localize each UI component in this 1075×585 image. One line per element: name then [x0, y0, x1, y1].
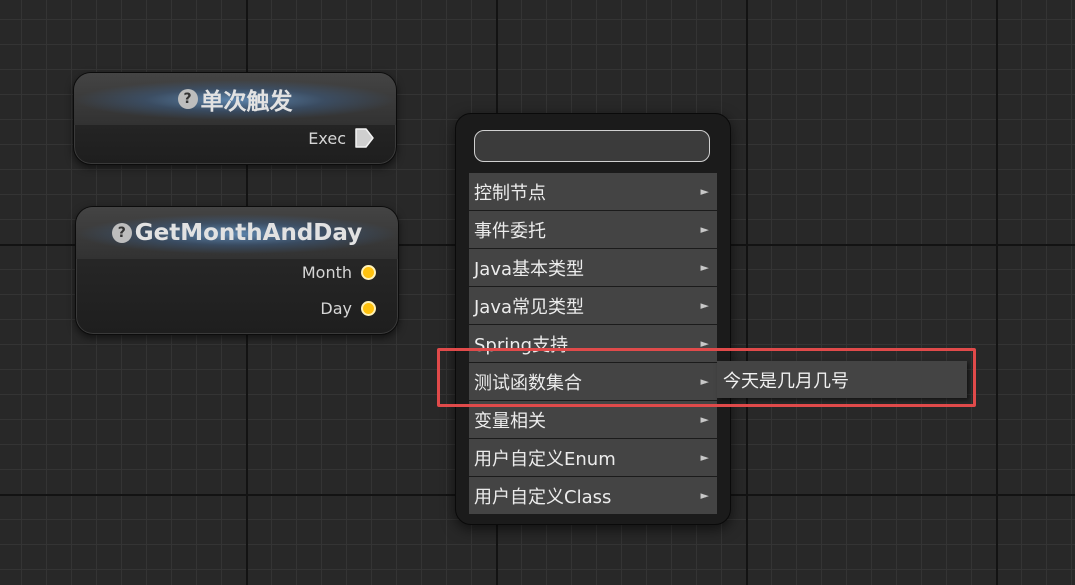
submenu-arrow-icon: ► [700, 299, 709, 312]
exec-pin-icon[interactable] [355, 128, 374, 148]
month-output-label: Month [301, 263, 352, 282]
exec-output-label: Exec [308, 128, 346, 148]
month-data-pin-icon[interactable] [361, 265, 376, 280]
month-output-row: Month [302, 263, 376, 282]
day-data-pin-icon[interactable] [361, 301, 376, 316]
menu-item-label: 用户自定义Class [474, 486, 612, 508]
trigger-node-header[interactable]: ? 单次触发 [74, 73, 396, 125]
menu-item-label: 事件委托 [474, 220, 546, 242]
node-context-menu: 控制节点 ► 事件委托 ► Java基本类型 ► Java常见类型 ► Spri… [455, 113, 731, 525]
submenu-arrow-icon: ► [700, 261, 709, 274]
menu-item-list: 控制节点 ► 事件委托 ► Java基本类型 ► Java常见类型 ► Spri… [469, 173, 717, 515]
trigger-node[interactable]: ? 单次触发 Exec [73, 72, 397, 165]
menu-item-java-common-types[interactable]: Java常见类型 ► [469, 287, 717, 324]
day-output-label: Day [320, 299, 352, 318]
submenu-arrow-icon: ► [700, 451, 709, 464]
menu-item-label: 控制节点 [474, 182, 546, 204]
submenu-arrow-icon: ► [700, 413, 709, 426]
menu-item-label: 变量相关 [474, 410, 546, 432]
menu-search-input[interactable] [474, 130, 710, 162]
submenu-arrow-icon: ► [700, 489, 709, 502]
menu-item-label: Java基本类型 [474, 258, 585, 280]
exec-output-row: Exec [308, 128, 374, 148]
get-month-and-day-header[interactable]: ? GetMonthAndDay [76, 207, 398, 259]
get-month-and-day-node[interactable]: ? GetMonthAndDay Month Day [75, 206, 399, 335]
menu-item-java-basic-types[interactable]: Java基本类型 ► [469, 249, 717, 286]
help-icon[interactable]: ? [177, 89, 198, 109]
menu-item-label: Java常见类型 [474, 296, 585, 318]
day-output-row: Day [320, 299, 376, 318]
help-icon[interactable]: ? [111, 223, 132, 243]
menu-item-label: 用户自定义Enum [474, 448, 616, 470]
menu-item-event-delegate[interactable]: 事件委托 ► [469, 211, 717, 248]
menu-item-user-class[interactable]: 用户自定义Class ► [469, 477, 717, 514]
submenu-arrow-icon: ► [700, 185, 709, 198]
menu-item-user-enum[interactable]: 用户自定义Enum ► [469, 439, 717, 476]
menu-item-control-nodes[interactable]: 控制节点 ► [469, 173, 717, 210]
get-month-and-day-title: GetMonthAndDay [134, 220, 363, 246]
submenu-arrow-icon: ► [700, 223, 709, 236]
trigger-node-title: 单次触发 [200, 89, 293, 115]
highlight-box [437, 348, 976, 407]
